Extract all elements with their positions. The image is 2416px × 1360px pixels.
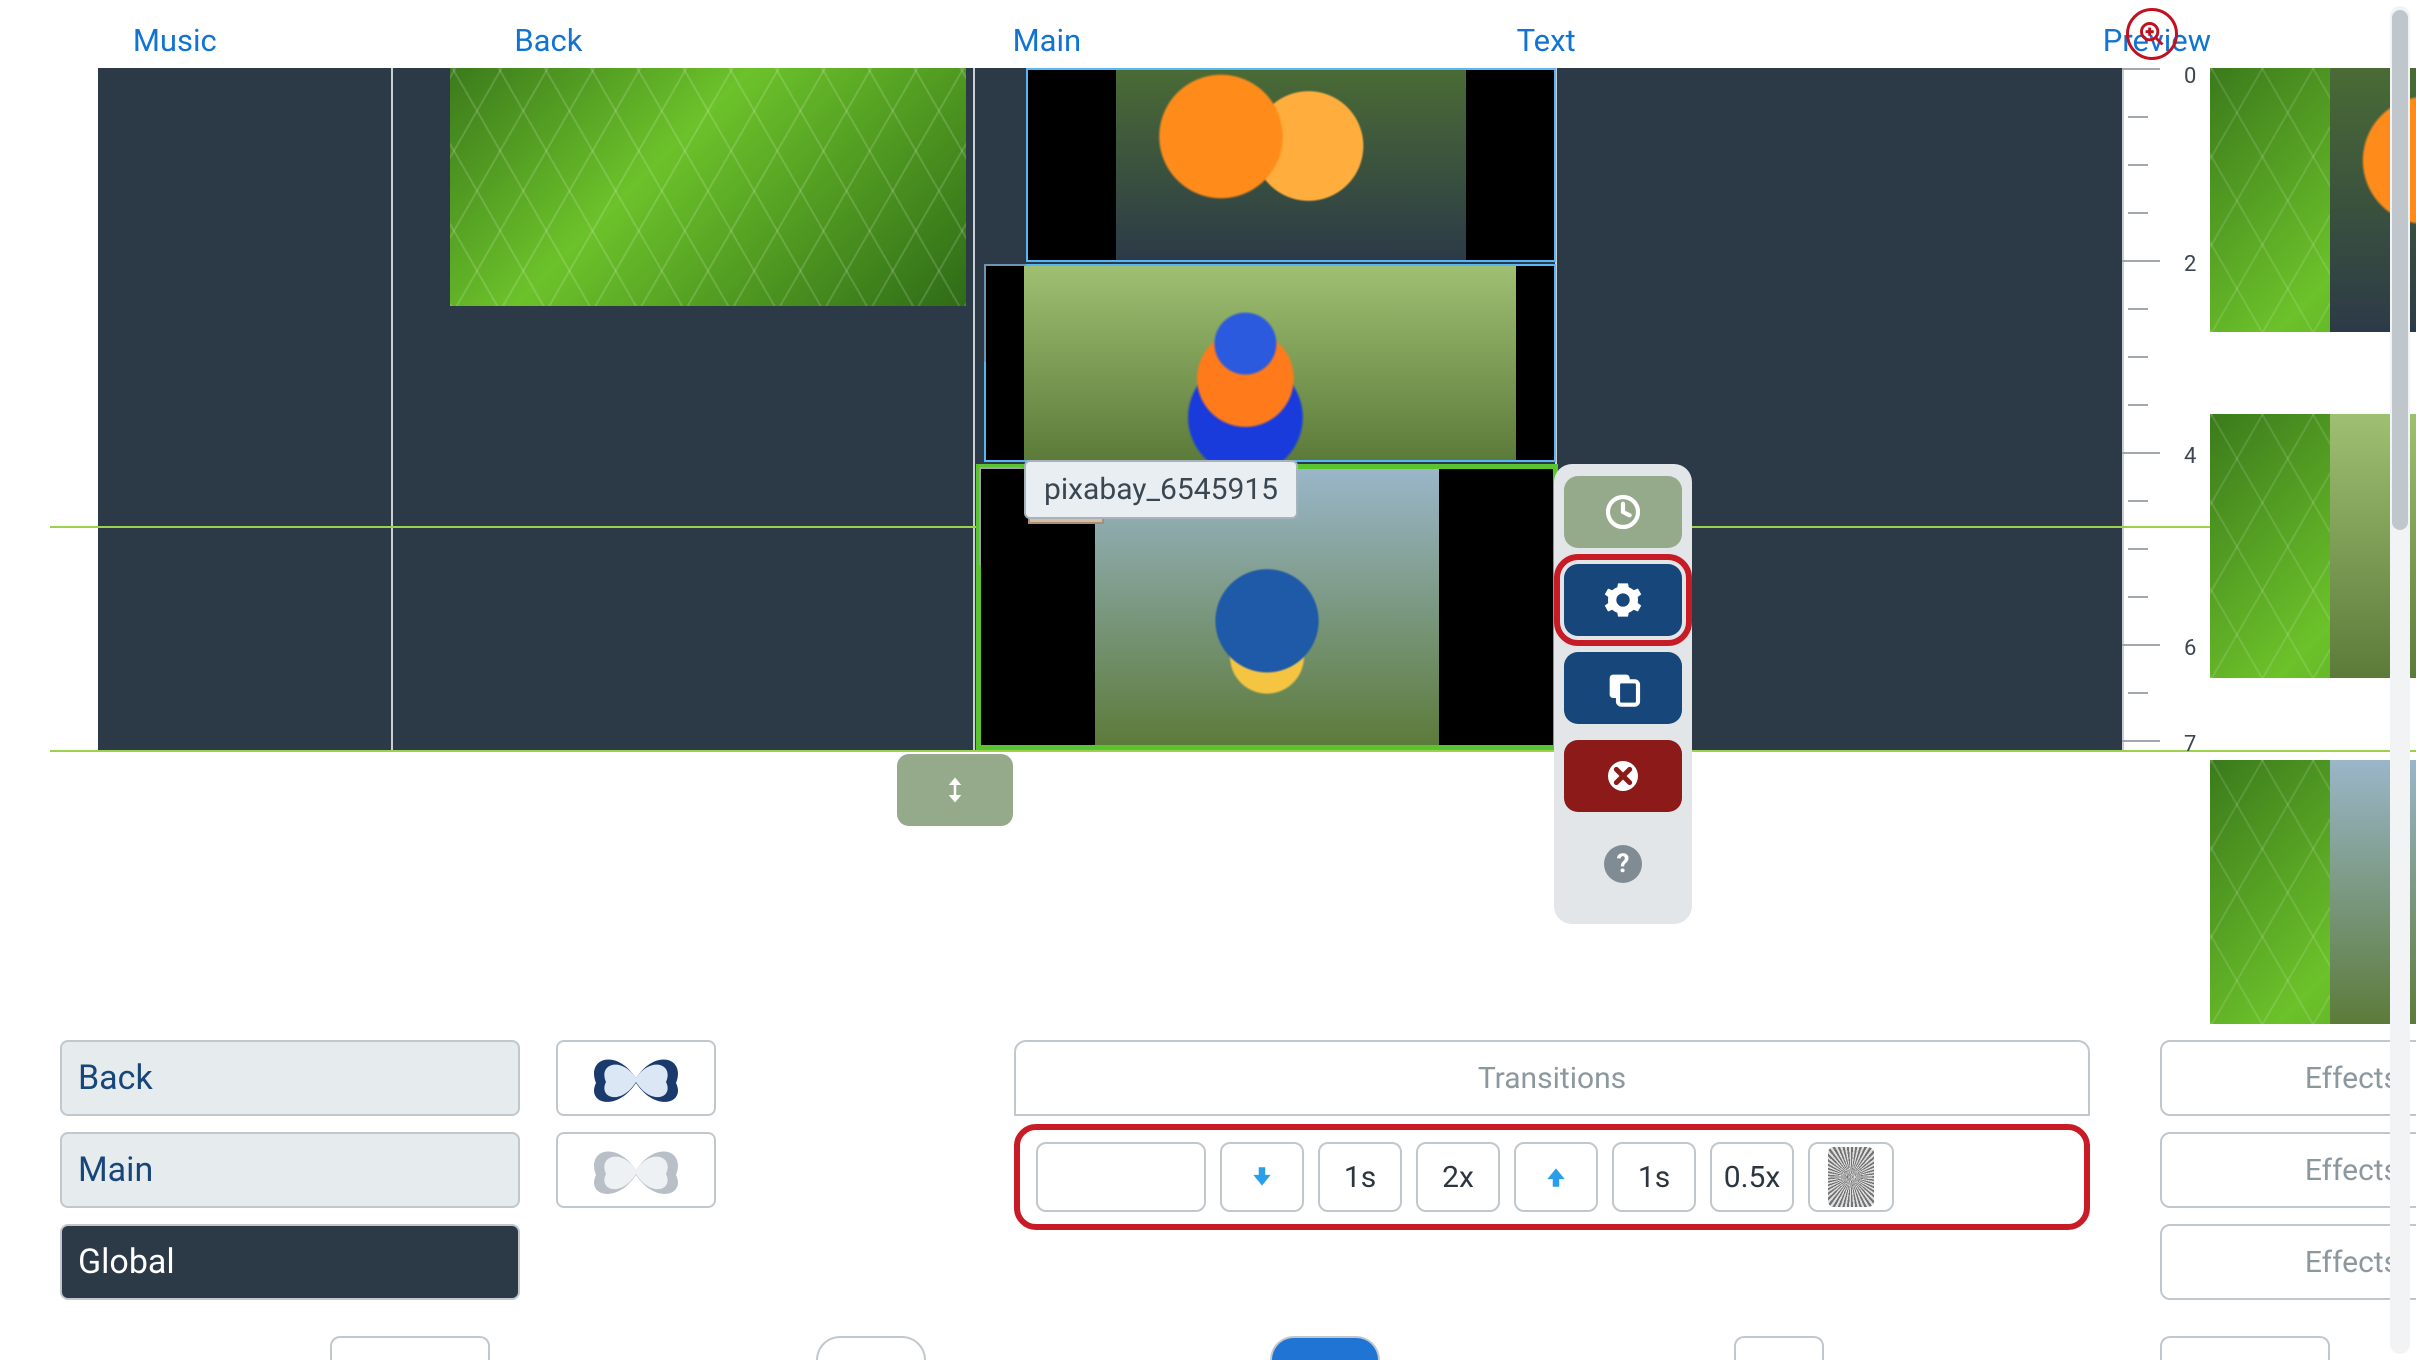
transition-noise-preview[interactable] [1808, 1142, 1894, 1212]
track-label-back[interactable]: Back [60, 1040, 520, 1116]
preview-column [2210, 68, 2416, 1106]
resize-vertical-icon [940, 769, 970, 811]
delete-icon [1603, 756, 1643, 796]
action-settings-button[interactable] [1564, 564, 1682, 636]
timeline-tracks[interactable]: pixabay_6545915 📌 0 2 4 6 7 [98, 68, 2122, 750]
peek-box [1734, 1336, 1824, 1360]
main-clip-1[interactable] [1026, 68, 1556, 262]
arrow-up-icon [1543, 1164, 1569, 1190]
effects-column: Effects 1 Effects 1 Effects [2160, 1040, 2416, 1316]
transition-out-speed[interactable]: 0.5x [1710, 1142, 1794, 1212]
action-timing-button[interactable] [1564, 476, 1682, 548]
back-track-clip[interactable] [450, 68, 966, 306]
transitions-header[interactable]: Transitions [1014, 1040, 2090, 1116]
effects-button-1[interactable]: Effects [2160, 1040, 2416, 1116]
ruler-mark: 0 [2184, 64, 2196, 89]
copy-icon [1603, 668, 1643, 708]
clip-thumbnail [1024, 266, 1516, 460]
transition-spacer [1908, 1142, 2068, 1212]
transition-in-duration[interactable]: 1s [1318, 1142, 1402, 1212]
action-delete-button[interactable] [1564, 740, 1682, 812]
track-label-main[interactable]: Main [60, 1132, 520, 1208]
bottom-row-peek [60, 1336, 2416, 1360]
transition-out-arrow[interactable] [1514, 1142, 1598, 1212]
track-divider [973, 68, 975, 750]
timeline-ruler: 0 2 4 6 7 [2122, 68, 2220, 818]
ruler-mark: 4 [2184, 444, 2196, 469]
track-icon-column [556, 1040, 716, 1224]
column-header-music[interactable]: Music [50, 0, 300, 66]
preview-thumb[interactable] [2210, 68, 2416, 332]
butterfly-icon [586, 1048, 686, 1108]
transitions-row: 1s 2x 1s 0.5x [1014, 1124, 2090, 1230]
clip-thumbnail [1116, 70, 1466, 260]
ruler-mark: 6 [2184, 636, 2196, 661]
ruler-mark: 2 [2184, 252, 2196, 277]
preview-thumb[interactable] [2210, 414, 2416, 678]
zoom-in-button[interactable] [2126, 8, 2178, 60]
column-header-back[interactable]: Back [300, 0, 798, 66]
resize-vertical-handle[interactable] [897, 754, 1013, 826]
action-help-button[interactable]: ? [1564, 828, 1682, 900]
noise-icon [1828, 1147, 1874, 1207]
zoom-in-icon [2138, 20, 2166, 48]
track-effect-toggle-back[interactable] [556, 1040, 716, 1116]
peek-box [816, 1336, 926, 1360]
peek-box [2160, 1336, 2330, 1360]
main-clip-2[interactable] [984, 264, 1556, 462]
effects-button-2[interactable]: Effects [2160, 1132, 2416, 1208]
transition-in-arrow[interactable] [1220, 1142, 1304, 1212]
arrow-down-icon [1249, 1164, 1275, 1190]
butterfly-icon [586, 1140, 686, 1200]
transition-style-in[interactable] [1036, 1142, 1206, 1212]
clip-actions-popover: ? [1554, 464, 1692, 924]
transition-in-speed[interactable]: 2x [1416, 1142, 1500, 1212]
track-effect-toggle-main[interactable] [556, 1132, 716, 1208]
peek-box [1270, 1336, 1380, 1360]
track-label-global[interactable]: Global [60, 1224, 520, 1300]
transition-out-duration[interactable]: 1s [1612, 1142, 1696, 1212]
column-headers: Music Back Main Text Preview [50, 0, 2392, 66]
effects-button-3[interactable]: Effects [2160, 1224, 2416, 1300]
preview-thumb[interactable] [2210, 760, 2416, 1024]
clock-icon [1603, 492, 1643, 532]
peek-box [330, 1336, 490, 1360]
help-icon: ? [1604, 845, 1642, 883]
track-label-column: Back Main Global [60, 1040, 520, 1316]
track-divider [391, 68, 393, 750]
scrollbar-thumb[interactable] [2392, 10, 2408, 530]
guide-line [50, 750, 2416, 752]
vertical-scrollbar[interactable] [2390, 6, 2410, 1354]
action-copy-button[interactable] [1564, 652, 1682, 724]
column-header-main[interactable]: Main [797, 0, 1296, 66]
clip-name-tooltip: pixabay_6545915 [1024, 460, 1298, 519]
column-header-text[interactable]: Text [1297, 0, 1796, 66]
transitions-panel: Transitions 1s 2x 1s 0.5x [1014, 1040, 2090, 1230]
ruler-mark: 7 [2184, 732, 2196, 757]
gear-icon [1603, 580, 1643, 620]
